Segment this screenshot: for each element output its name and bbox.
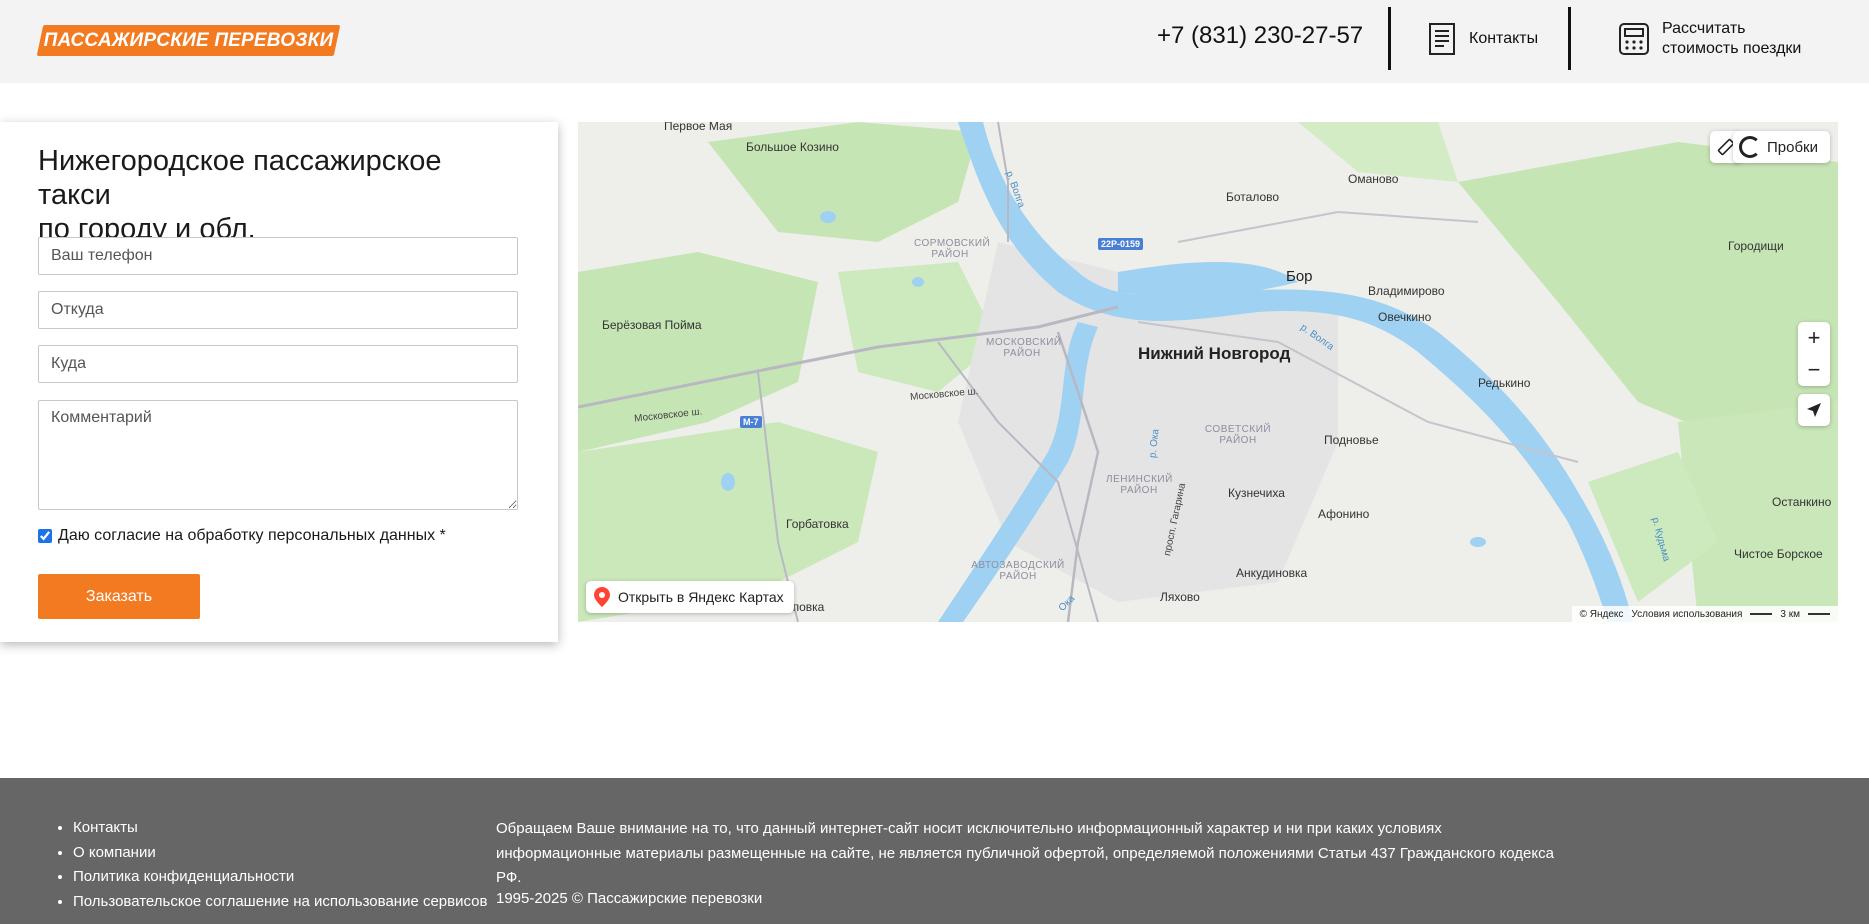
map-label-ankudinovka: Анкудиновка xyxy=(1236,566,1308,580)
header-phone[interactable]: +7 (831) 230-27-57 xyxy=(1157,22,1363,50)
geolocation-button[interactable] xyxy=(1798,394,1830,426)
logo-text: ПАССАЖИРСКИЕ ПЕРЕВОЗКИ xyxy=(43,29,334,51)
map-label-lyakhovo: Ляхово xyxy=(1160,590,1200,604)
road-shield-22r: 22Р-0159 xyxy=(1098,238,1144,250)
header-divider xyxy=(1568,7,1571,70)
scale-bar xyxy=(1808,613,1830,615)
map-label-gorodishchi: Городищи xyxy=(1728,239,1784,253)
calculate-cost-link[interactable]: Рассчитать стоимость поездки xyxy=(1618,16,1801,62)
map-label-bolshoe-kozino: Большое Козино xyxy=(746,140,839,154)
map-label-moskovsky: МОСКОВСКИЙ РАЙОН xyxy=(986,337,1062,359)
map-label-botalovo: Боталово xyxy=(1226,190,1280,204)
yandex-copyright[interactable]: © Яндекс xyxy=(1580,609,1624,620)
traffic-button[interactable]: Пробки xyxy=(1733,131,1830,163)
consent-label: Даю согласие на обработку персональных д… xyxy=(58,527,436,544)
footer-link-terms[interactable]: Пользовательское соглашение на использов… xyxy=(73,893,487,910)
map-background xyxy=(578,122,1838,622)
yandex-map[interactable]: Первое Мая Большое Козино Оманово Ботало… xyxy=(578,122,1838,622)
logo[interactable]: ПАССАЖИРСКИЕ ПЕРЕВОЗКИ xyxy=(36,25,341,56)
site-header: ПАССАЖИРСКИЕ ПЕРЕВОЗКИ +7 (831) 230-27-5… xyxy=(0,0,1869,83)
calc-label-line2: стоимость поездки xyxy=(1662,40,1802,57)
map-label-ovechkino: Овечкино xyxy=(1378,310,1432,324)
map-label-kuznechikha: Кузнечиха xyxy=(1228,486,1285,500)
footer-disclaimer: Обращаем Ваше внимание на то, что данный… xyxy=(496,820,1554,886)
footer-link-privacy[interactable]: Политика конфиденциальности xyxy=(73,868,294,885)
footer-links: Контакты О компании Политика конфиденциа… xyxy=(55,816,487,914)
footer-link-item: Пользовательское соглашение на использов… xyxy=(73,890,487,915)
traffic-icon xyxy=(1739,136,1761,158)
calculator-icon xyxy=(1619,23,1649,55)
open-in-yandex-maps-button[interactable]: Открыть в Яндекс Картах xyxy=(586,581,794,613)
map-label-redkino: Редькино xyxy=(1478,376,1531,390)
map-label-sormovsky: СОРМОВСКИЙ РАЙОН xyxy=(914,238,991,260)
map-label-afonino: Афонино xyxy=(1318,507,1370,521)
map-attribution: © Яндекс Условия использования 3 км xyxy=(1571,606,1838,622)
map-label-avtozavodsky: АВТОЗАВОДСКИЙ РАЙОН xyxy=(971,560,1065,582)
map-label-berezovaya-poyma: Берёзовая Пойма xyxy=(602,318,702,332)
to-input[interactable] xyxy=(38,345,518,383)
zoom-in-icon[interactable]: + xyxy=(1808,322,1821,354)
calc-label-line1: Рассчитать xyxy=(1662,20,1746,37)
map-label-vladimirovo: Владимирово xyxy=(1368,284,1445,298)
map-pin-icon xyxy=(594,587,610,607)
map-label-chistoe-borskoe: Чистое Борское xyxy=(1734,547,1823,561)
map-label-bor: Бор xyxy=(1286,268,1313,285)
open-in-yandex-maps-label: Открыть в Яндекс Картах xyxy=(618,589,784,605)
header-divider xyxy=(1388,7,1391,70)
footer-link-item: О компании xyxy=(73,841,487,866)
consent-checkbox[interactable] xyxy=(38,529,52,543)
calculate-cost-label: Рассчитать стоимость поездки xyxy=(1662,19,1801,59)
consent-row[interactable]: Даю согласие на обработку персональных д… xyxy=(38,527,446,545)
site-footer: Контакты О компании Политика конфиденциа… xyxy=(0,778,1869,924)
map-label-sovetsky: СОВЕТСКИЙ РАЙОН xyxy=(1204,424,1272,446)
location-arrow-icon xyxy=(1807,403,1821,417)
map-label-gorbatovka: Горбатовка xyxy=(786,517,849,531)
order-button[interactable]: Заказать xyxy=(38,574,200,619)
footer-link-item: Контакты xyxy=(73,816,487,841)
traffic-label: Пробки xyxy=(1767,138,1818,156)
map-label-pervoe-maya: Первое Мая xyxy=(664,122,733,133)
map-label-omanovo: Оманово xyxy=(1348,172,1399,186)
zoom-control[interactable]: + − xyxy=(1798,322,1830,386)
contacts-link[interactable]: Контакты xyxy=(1427,16,1538,62)
map-label-nizhny-novgorod: Нижний Новгород xyxy=(1138,344,1291,363)
phone-input[interactable] xyxy=(38,237,518,275)
from-input[interactable] xyxy=(38,291,518,329)
required-mark: * xyxy=(439,527,446,544)
scale-label: 3 км xyxy=(1780,608,1800,620)
terms-link[interactable]: Условия использования xyxy=(1631,609,1742,620)
document-icon xyxy=(1429,23,1455,55)
road-shield-m7: М-7 xyxy=(740,416,762,428)
map-label-ostankino: Останкино xyxy=(1772,495,1832,509)
map-label-leninsky: ЛЕНИНСКИЙ РАЙОН xyxy=(1106,474,1173,496)
footer-link-item: Политика конфиденциальности xyxy=(73,865,487,890)
footer-copyright: 1995-2025 © Пассажирские перевозки xyxy=(496,890,763,907)
footer-link-about[interactable]: О компании xyxy=(73,844,156,861)
form-title: Нижегородское пассажирское такси по горо… xyxy=(38,144,518,246)
contacts-label: Контакты xyxy=(1469,30,1539,47)
map-label-podnovye: Подновье xyxy=(1324,433,1379,447)
zoom-out-icon[interactable]: − xyxy=(1808,354,1821,386)
footer-link-contacts[interactable]: Контакты xyxy=(73,819,138,836)
scale-bar xyxy=(1750,613,1773,615)
form-title-line1: Нижегородское пассажирское такси xyxy=(38,145,442,211)
comment-textarea[interactable] xyxy=(38,400,518,510)
order-form-card: Нижегородское пассажирское такси по горо… xyxy=(0,122,558,642)
